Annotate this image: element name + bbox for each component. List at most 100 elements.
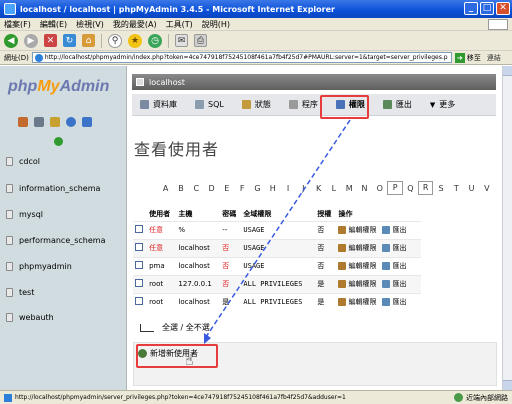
home-icon[interactable]: ⌂	[82, 34, 95, 47]
logo-php: php	[8, 78, 38, 95]
export-link[interactable]: 匯出	[382, 243, 406, 253]
export-label: 匯出	[392, 226, 407, 234]
select-all-link[interactable]: 全選 / 全不選	[162, 322, 210, 333]
database-item[interactable]: cdcol	[6, 157, 40, 166]
home-icon[interactable]	[18, 117, 28, 127]
database-item[interactable]: performance_schema	[6, 236, 106, 245]
letter-link[interactable]: F	[234, 184, 249, 193]
print-icon[interactable]: ⎙	[194, 34, 207, 47]
letter-link[interactable]: M	[342, 184, 357, 193]
letter-link[interactable]: U	[464, 184, 479, 193]
letter-link[interactable]: E	[219, 184, 234, 193]
letter-link[interactable]: T	[449, 184, 464, 193]
password-cell: 是	[220, 292, 242, 311]
letter-link[interactable]: Q	[403, 184, 418, 193]
database-item[interactable]: test	[6, 288, 34, 297]
letter-link[interactable]: V	[479, 184, 494, 193]
phpmyadmin-logo[interactable]: phpMyAdmin	[8, 78, 109, 96]
database-name: mysql	[19, 210, 43, 219]
tab-status[interactable]: 狀態	[241, 99, 271, 110]
menu-view[interactable]: 檢視(V)	[76, 19, 104, 30]
edit-privileges-link[interactable]: 編輯權限	[338, 279, 376, 289]
menu-favorites[interactable]: 我的最愛(A)	[113, 19, 157, 30]
edit-privileges-link[interactable]: 編輯權限	[338, 297, 376, 307]
letter-link[interactable]: K	[311, 184, 326, 193]
letter-link[interactable]: S	[433, 184, 448, 193]
users-table: 使用者 主機 密碼 全域權限 授權 操作 任意 % -- USAGE 否 編輯權…	[133, 207, 421, 311]
row-checkbox[interactable]	[135, 279, 143, 287]
edit-privileges-link[interactable]: 編輯權限	[338, 243, 376, 253]
export-icon	[382, 226, 391, 234]
links-label[interactable]: 連結	[487, 53, 501, 63]
tab-processes[interactable]: 程序	[288, 99, 318, 110]
database-name: performance_schema	[19, 236, 106, 245]
letter-link[interactable]: O	[372, 184, 387, 193]
database-item[interactable]: mysql	[6, 210, 43, 219]
export-link[interactable]: 匯出	[382, 297, 406, 307]
query-window-icon[interactable]	[50, 117, 60, 127]
letter-link[interactable]: I	[280, 184, 295, 193]
address-input[interactable]: http://localhost/phpmyadmin/index.php?to…	[31, 52, 452, 63]
reload-icon[interactable]	[54, 137, 63, 146]
letter-link[interactable]: A	[158, 184, 173, 193]
close-button[interactable]: ✕	[496, 2, 510, 15]
row-checkbox[interactable]	[135, 225, 143, 233]
menu-file[interactable]: 檔案(F)	[4, 19, 31, 30]
menu-edit[interactable]: 編輯(E)	[40, 19, 67, 30]
info-icon[interactable]	[66, 117, 76, 127]
letter-link[interactable]: G	[250, 184, 265, 193]
edit-icon	[338, 280, 347, 288]
maximize-button[interactable]: □	[480, 2, 494, 15]
scroll-down-icon[interactable]	[503, 380, 512, 390]
forward-icon[interactable]: ▶	[24, 33, 38, 48]
tab-databases[interactable]: 資料庫	[140, 99, 177, 110]
server-label[interactable]: localhost	[149, 78, 185, 87]
tab-sql[interactable]: SQL	[195, 100, 224, 109]
grant-cell: 否	[315, 238, 337, 257]
go-button[interactable]: ➜ 移至	[454, 52, 481, 63]
letter-link[interactable]: P	[387, 181, 403, 195]
scroll-up-icon[interactable]	[503, 66, 512, 76]
password-cell: 否	[220, 274, 242, 293]
tab-more[interactable]: ▼ 更多	[430, 99, 455, 110]
letter-link[interactable]: D	[204, 184, 219, 193]
edit-label: 編輯權限	[348, 244, 377, 252]
row-checkbox[interactable]	[135, 261, 143, 269]
favorites-icon[interactable]: ★	[128, 33, 142, 48]
letter-link[interactable]: L	[326, 184, 341, 193]
letter-link[interactable]: N	[357, 184, 372, 193]
user-cell: 任意	[147, 238, 177, 257]
refresh-icon[interactable]: ↻	[63, 34, 76, 47]
search-icon[interactable]: ⚲	[108, 33, 122, 48]
minimize-button[interactable]: _	[464, 2, 478, 15]
documentation-icon[interactable]	[82, 117, 92, 127]
letter-link[interactable]: J	[296, 184, 311, 193]
database-item[interactable]: webauth	[6, 313, 54, 322]
menu-help[interactable]: 說明(H)	[202, 19, 230, 30]
host-cell: localhost	[176, 238, 221, 257]
back-icon[interactable]: ◀	[4, 33, 18, 48]
privileges-cell: USAGE	[241, 238, 316, 257]
mail-icon[interactable]: ✉	[175, 34, 188, 47]
database-item[interactable]: phpmyadmin	[6, 262, 72, 271]
letter-link[interactable]: B	[173, 184, 188, 193]
vertical-scrollbar[interactable]	[502, 66, 512, 390]
letter-link[interactable]: H	[265, 184, 280, 193]
export-link[interactable]: 匯出	[382, 279, 406, 289]
user-cell: 任意	[147, 220, 177, 239]
database-icon[interactable]	[34, 117, 44, 127]
edit-privileges-link[interactable]: 編輯權限	[338, 261, 376, 271]
row-checkbox[interactable]	[135, 243, 143, 251]
database-item[interactable]: information_schema	[6, 184, 100, 193]
stop-icon[interactable]: ✕	[44, 34, 57, 47]
sidebar-icons	[18, 117, 92, 146]
export-link[interactable]: 匯出	[382, 261, 406, 271]
row-checkbox[interactable]	[135, 297, 143, 306]
letter-link[interactable]: C	[189, 184, 204, 193]
edit-privileges-link[interactable]: 編輯權限	[338, 225, 376, 235]
tab-export[interactable]: 匯出	[382, 99, 412, 110]
export-link[interactable]: 匯出	[382, 225, 406, 235]
history-icon[interactable]: ◷	[148, 33, 162, 48]
letter-link[interactable]: R	[418, 181, 434, 195]
menu-tools[interactable]: 工具(T)	[166, 19, 193, 30]
